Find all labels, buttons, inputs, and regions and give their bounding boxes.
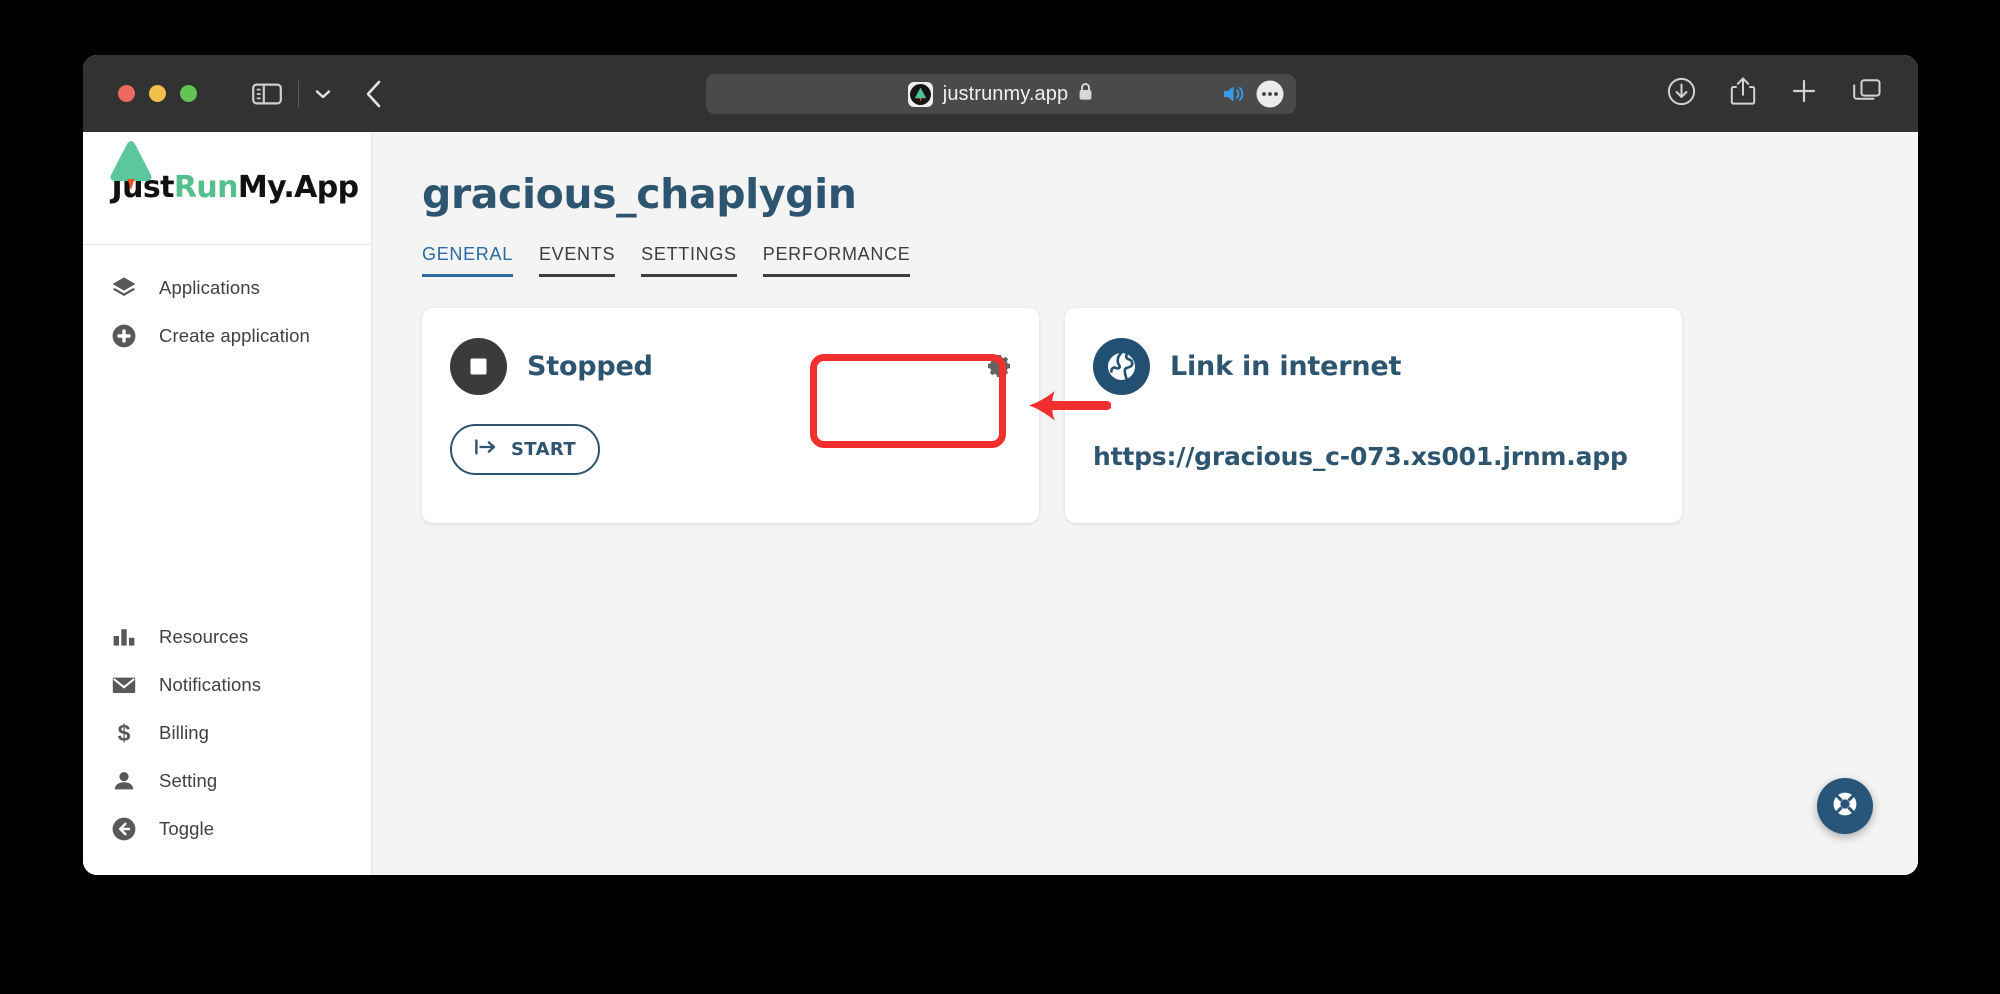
link-card: Link in internet https://gracious_c-073.…	[1065, 308, 1682, 523]
layers-icon	[111, 275, 137, 301]
close-window-button[interactable]	[118, 85, 135, 102]
arrow-left-circle-icon	[111, 816, 137, 842]
justrunmy-tree-favicon	[907, 81, 933, 107]
gear-icon[interactable]	[985, 352, 1013, 385]
sidebar-item-label: Billing	[159, 722, 210, 743]
start-button[interactable]: START	[450, 424, 600, 475]
chevron-down-icon[interactable]	[313, 87, 333, 101]
address-bar-actions	[1220, 80, 1284, 113]
traffic-lights	[118, 85, 197, 102]
sidebar-item-label: Resources	[159, 626, 249, 647]
start-button-label: START	[510, 439, 577, 460]
share-icon[interactable]	[1730, 76, 1756, 111]
sidebar-item-setting[interactable]: Setting	[83, 757, 371, 805]
sidebar-item-resources[interactable]: Resources	[83, 613, 371, 661]
link-card-title: Link in internet	[1170, 351, 1402, 382]
page-body: JustRunMy.App Applications Create applic…	[83, 132, 1918, 875]
status-label: Stopped	[527, 351, 653, 382]
status-card-header: Stopped	[450, 338, 1011, 395]
main-content: gracious_chaplygin GENERAL EVENTS SETTIN…	[372, 132, 1918, 875]
page-title: gracious_chaplygin	[422, 170, 857, 218]
tab-general[interactable]: GENERAL	[422, 244, 513, 277]
sidebar-item-label: Notifications	[159, 674, 262, 695]
tab-performance[interactable]: PERFORMANCE	[762, 244, 911, 277]
brand-text-part2: Run	[173, 170, 239, 205]
plus-circle-icon	[111, 323, 137, 349]
sidebar-item-toggle[interactable]: Toggle	[83, 805, 371, 853]
download-icon[interactable]	[1667, 77, 1696, 111]
sidebar-item-label: Applications	[159, 277, 260, 298]
zoom-window-button[interactable]	[180, 85, 197, 102]
sidebar-item-applications[interactable]: Applications	[83, 264, 371, 312]
sidebar-item-create-application[interactable]: Create application	[83, 312, 371, 360]
tab-events[interactable]: EVENTS	[538, 244, 616, 277]
tab-overview-icon[interactable]	[1852, 77, 1882, 110]
browser-window: justrunmy.app JustRunMy.App Applications…	[83, 55, 1918, 875]
address-bar-content: justrunmy.app	[907, 81, 1093, 107]
dollar-icon: $	[111, 720, 137, 746]
browser-toolbar-right-actions	[1667, 55, 1882, 132]
tab-settings[interactable]: SETTINGS	[641, 244, 737, 277]
sidebar-item-billing[interactable]: $ Billing	[83, 709, 371, 757]
brand-inner: JustRunMy.App	[96, 141, 359, 205]
brand-logo[interactable]: JustRunMy.App	[83, 132, 371, 245]
link-card-header: Link in internet	[1093, 338, 1654, 395]
app-url-link[interactable]: https://gracious_c-073.xs001.jrnm.app	[1093, 442, 1654, 471]
envelope-icon	[111, 672, 137, 698]
brand-text-part3: My.App	[237, 170, 359, 205]
sidebar-top-nav: Applications Create application	[83, 245, 371, 360]
sidebar-bottom-nav: Resources Notifications $ Billing Settin…	[83, 594, 371, 875]
sidebar-toggle-icon[interactable]	[252, 82, 282, 106]
more-ellipsis-icon[interactable]	[1256, 80, 1284, 113]
back-chevron-icon[interactable]	[363, 79, 385, 109]
speaker-playing-icon[interactable]	[1220, 81, 1246, 112]
help-button[interactable]	[1817, 778, 1873, 834]
sidebar-item-label: Setting	[159, 770, 218, 791]
app-sidebar: JustRunMy.App Applications Create applic…	[83, 132, 372, 875]
lock-icon	[1078, 82, 1093, 106]
lifebuoy-icon	[1830, 789, 1860, 824]
browser-toolbar: justrunmy.app	[83, 55, 1918, 132]
svg-text:$: $	[118, 720, 131, 746]
minimize-window-button[interactable]	[149, 85, 166, 102]
start-arrow-icon	[474, 438, 498, 461]
tab-bar: GENERAL EVENTS SETTINGS PERFORMANCE	[422, 244, 1918, 277]
address-bar[interactable]: justrunmy.app	[705, 74, 1296, 114]
sidebar-item-label: Create application	[159, 325, 310, 346]
address-bar-url: justrunmy.app	[942, 82, 1069, 105]
status-card: Stopped START	[422, 308, 1039, 523]
sidebar-item-notifications[interactable]: Notifications	[83, 661, 371, 709]
toolbar-divider	[298, 80, 299, 107]
plus-icon[interactable]	[1790, 77, 1818, 110]
sidebar-item-label: Toggle	[159, 818, 215, 839]
person-icon	[111, 768, 137, 794]
globe-icon	[1093, 338, 1150, 395]
bar-chart-icon	[111, 624, 137, 650]
tree-logo-icon	[100, 133, 162, 200]
cards-row: Stopped START Link in internet https://g…	[422, 308, 1918, 523]
stop-square-icon	[450, 338, 507, 395]
